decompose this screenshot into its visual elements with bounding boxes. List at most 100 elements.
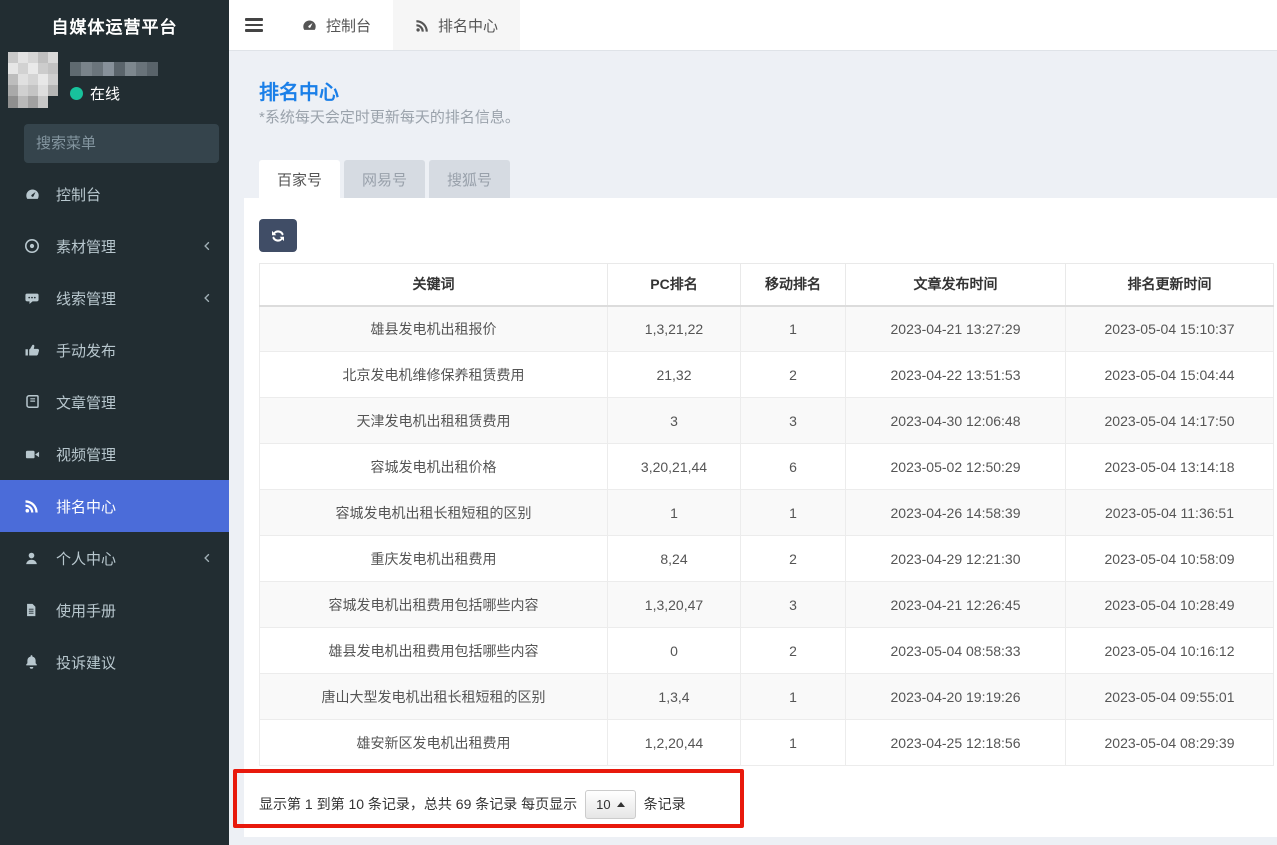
sidebar-item-leads[interactable]: 线索管理: [0, 272, 229, 324]
table-cell: 3: [741, 398, 846, 444]
table-cell: 2023-04-20 19:19:26: [846, 674, 1066, 720]
sidebar-item-articles[interactable]: 文章管理: [0, 376, 229, 428]
table-cell: 2: [741, 352, 846, 398]
file-icon: [24, 602, 44, 618]
table-cell: 重庆发电机出租费用: [260, 536, 608, 582]
sidebar-item-label: 手动发布: [56, 340, 213, 361]
comment-icon: [24, 290, 44, 306]
table-row: 重庆发电机出租费用8,2422023-04-29 12:21:302023-05…: [260, 536, 1274, 582]
chevron-left-icon: [201, 552, 213, 564]
online-dot-icon: [70, 87, 83, 100]
table-cell: 1,2,20,44: [608, 720, 741, 766]
table-row: 雄县发电机出租费用包括哪些内容022023-05-04 08:58:332023…: [260, 628, 1274, 674]
gauge-icon: [301, 18, 318, 33]
thumbs-up-icon: [24, 342, 44, 358]
table-cell: 1: [741, 490, 846, 536]
platform-tabs: 百家号 网易号 搜狐号: [259, 160, 510, 198]
sidebar-search[interactable]: [24, 124, 219, 163]
table-cell: 2023-04-21 12:26:45: [846, 582, 1066, 628]
refresh-icon: [270, 228, 286, 244]
sidebar-item-label: 投诉建议: [56, 652, 213, 673]
online-status: 在线: [70, 83, 120, 104]
sidebar-item-label: 使用手册: [56, 600, 213, 621]
table-cell: 2023-04-25 12:18:56: [846, 720, 1066, 766]
search-input[interactable]: [36, 135, 235, 152]
column-header-mobile-rank: 移动排名: [741, 264, 846, 306]
table-cell: 1: [741, 720, 846, 766]
table-cell: 2023-05-04 10:58:09: [1066, 536, 1274, 582]
navbar-tab-dashboard[interactable]: 控制台: [279, 0, 393, 50]
sidebar-toggle-button[interactable]: [229, 0, 279, 50]
top-navbar: 控制台 排名中心: [229, 0, 1277, 51]
column-header-update-time: 排名更新时间: [1066, 264, 1274, 306]
table-cell: 2023-05-04 15:10:37: [1066, 306, 1274, 352]
sidebar-item-ranking[interactable]: 排名中心: [0, 480, 229, 532]
table-cell: 容城发电机出租价格: [260, 444, 608, 490]
table-row: 雄县发电机出租报价1,3,21,2212023-04-21 13:27:2920…: [260, 306, 1274, 352]
table-cell: 北京发电机维修保养租赁费用: [260, 352, 608, 398]
table-cell: 3: [608, 398, 741, 444]
table-cell: 6: [741, 444, 846, 490]
tab-wangyihao[interactable]: 网易号: [344, 160, 425, 198]
sidebar-item-profile[interactable]: 个人中心: [0, 532, 229, 584]
column-header-publish-time: 文章发布时间: [846, 264, 1066, 306]
table-cell: 1,3,4: [608, 674, 741, 720]
table-row: 容城发电机出租费用包括哪些内容1,3,20,4732023-04-21 12:2…: [260, 582, 1274, 628]
main-area: 控制台 排名中心 排名中心 *系统每天会定时更新每天的排名信息。 百家号 网易号…: [229, 0, 1277, 845]
navbar-tab-label: 排名中心: [438, 15, 498, 36]
sidebar-item-videos[interactable]: 视频管理: [0, 428, 229, 480]
table-cell: 2023-05-04 08:29:39: [1066, 720, 1274, 766]
table-cell: 2023-05-04 10:16:12: [1066, 628, 1274, 674]
table-cell: 2023-04-26 14:58:39: [846, 490, 1066, 536]
table-cell: 雄县发电机出租报价: [260, 306, 608, 352]
table-cell: 2023-05-02 12:50:29: [846, 444, 1066, 490]
app-title: 自媒体运营平台: [0, 0, 229, 50]
hamburger-icon: [245, 16, 263, 35]
tab-souhuhao[interactable]: 搜狐号: [429, 160, 510, 198]
table-cell: 21,32: [608, 352, 741, 398]
navbar-tab-ranking[interactable]: 排名中心: [393, 0, 520, 50]
bell-icon: [24, 654, 44, 670]
table-row: 雄安新区发电机出租费用1,2,20,4412023-04-25 12:18:56…: [260, 720, 1274, 766]
sidebar-item-material[interactable]: 素材管理: [0, 220, 229, 272]
online-status-label: 在线: [90, 83, 120, 104]
table-cell: 2: [741, 536, 846, 582]
book-icon: [24, 394, 44, 410]
table-cell: 2023-05-04 09:55:01: [1066, 674, 1274, 720]
table-cell: 8,24: [608, 536, 741, 582]
sidebar-item-manual-publish[interactable]: 手动发布: [0, 324, 229, 376]
table-cell: 天津发电机出租租赁费用: [260, 398, 608, 444]
chevron-left-icon: [201, 292, 213, 304]
table-cell: 2023-05-04 14:17:50: [1066, 398, 1274, 444]
avatar: [8, 52, 58, 108]
user-panel: 在线: [0, 50, 229, 116]
page-size-dropdown[interactable]: 10: [585, 790, 635, 819]
table-cell: 2023-05-04 11:36:51: [1066, 490, 1274, 536]
sidebar-item-label: 文章管理: [56, 392, 213, 413]
column-header-keyword: 关键词: [260, 264, 608, 306]
sidebar-item-manual[interactable]: 使用手册: [0, 584, 229, 636]
sidebar-item-feedback[interactable]: 投诉建议: [0, 636, 229, 688]
navbar-tab-label: 控制台: [326, 15, 371, 36]
sidebar-item-label: 个人中心: [56, 548, 201, 569]
table-cell: 雄县发电机出租费用包括哪些内容: [260, 628, 608, 674]
content-panel: 关键词 PC排名 移动排名 文章发布时间 排名更新时间 雄县发电机出租报价1,3…: [244, 198, 1277, 837]
caret-up-icon: [617, 802, 625, 807]
refresh-button[interactable]: [259, 219, 297, 252]
table-cell: 雄安新区发电机出租费用: [260, 720, 608, 766]
table-row: 唐山大型发电机出租长租短租的区别1,3,412023-04-20 19:19:2…: [260, 674, 1274, 720]
table-row: 容城发电机出租长租短租的区别112023-04-26 14:58:392023-…: [260, 490, 1274, 536]
table-cell: 2023-05-04 10:28:49: [1066, 582, 1274, 628]
table-cell: 2023-04-21 13:27:29: [846, 306, 1066, 352]
table-cell: 2: [741, 628, 846, 674]
table-cell: 3,20,21,44: [608, 444, 741, 490]
tab-baijiahao[interactable]: 百家号: [259, 160, 340, 198]
video-icon: [24, 446, 44, 462]
table-body: 雄县发电机出租报价1,3,21,2212023-04-21 13:27:2920…: [260, 306, 1274, 766]
sidebar-item-dashboard[interactable]: 控制台: [0, 168, 229, 220]
table-row: 容城发电机出租价格3,20,21,4462023-05-02 12:50:292…: [260, 444, 1274, 490]
gauge-icon: [24, 186, 44, 202]
disc-icon: [24, 238, 44, 254]
table-cell: 2023-05-04 13:14:18: [1066, 444, 1274, 490]
table-cell: 2023-04-29 12:21:30: [846, 536, 1066, 582]
